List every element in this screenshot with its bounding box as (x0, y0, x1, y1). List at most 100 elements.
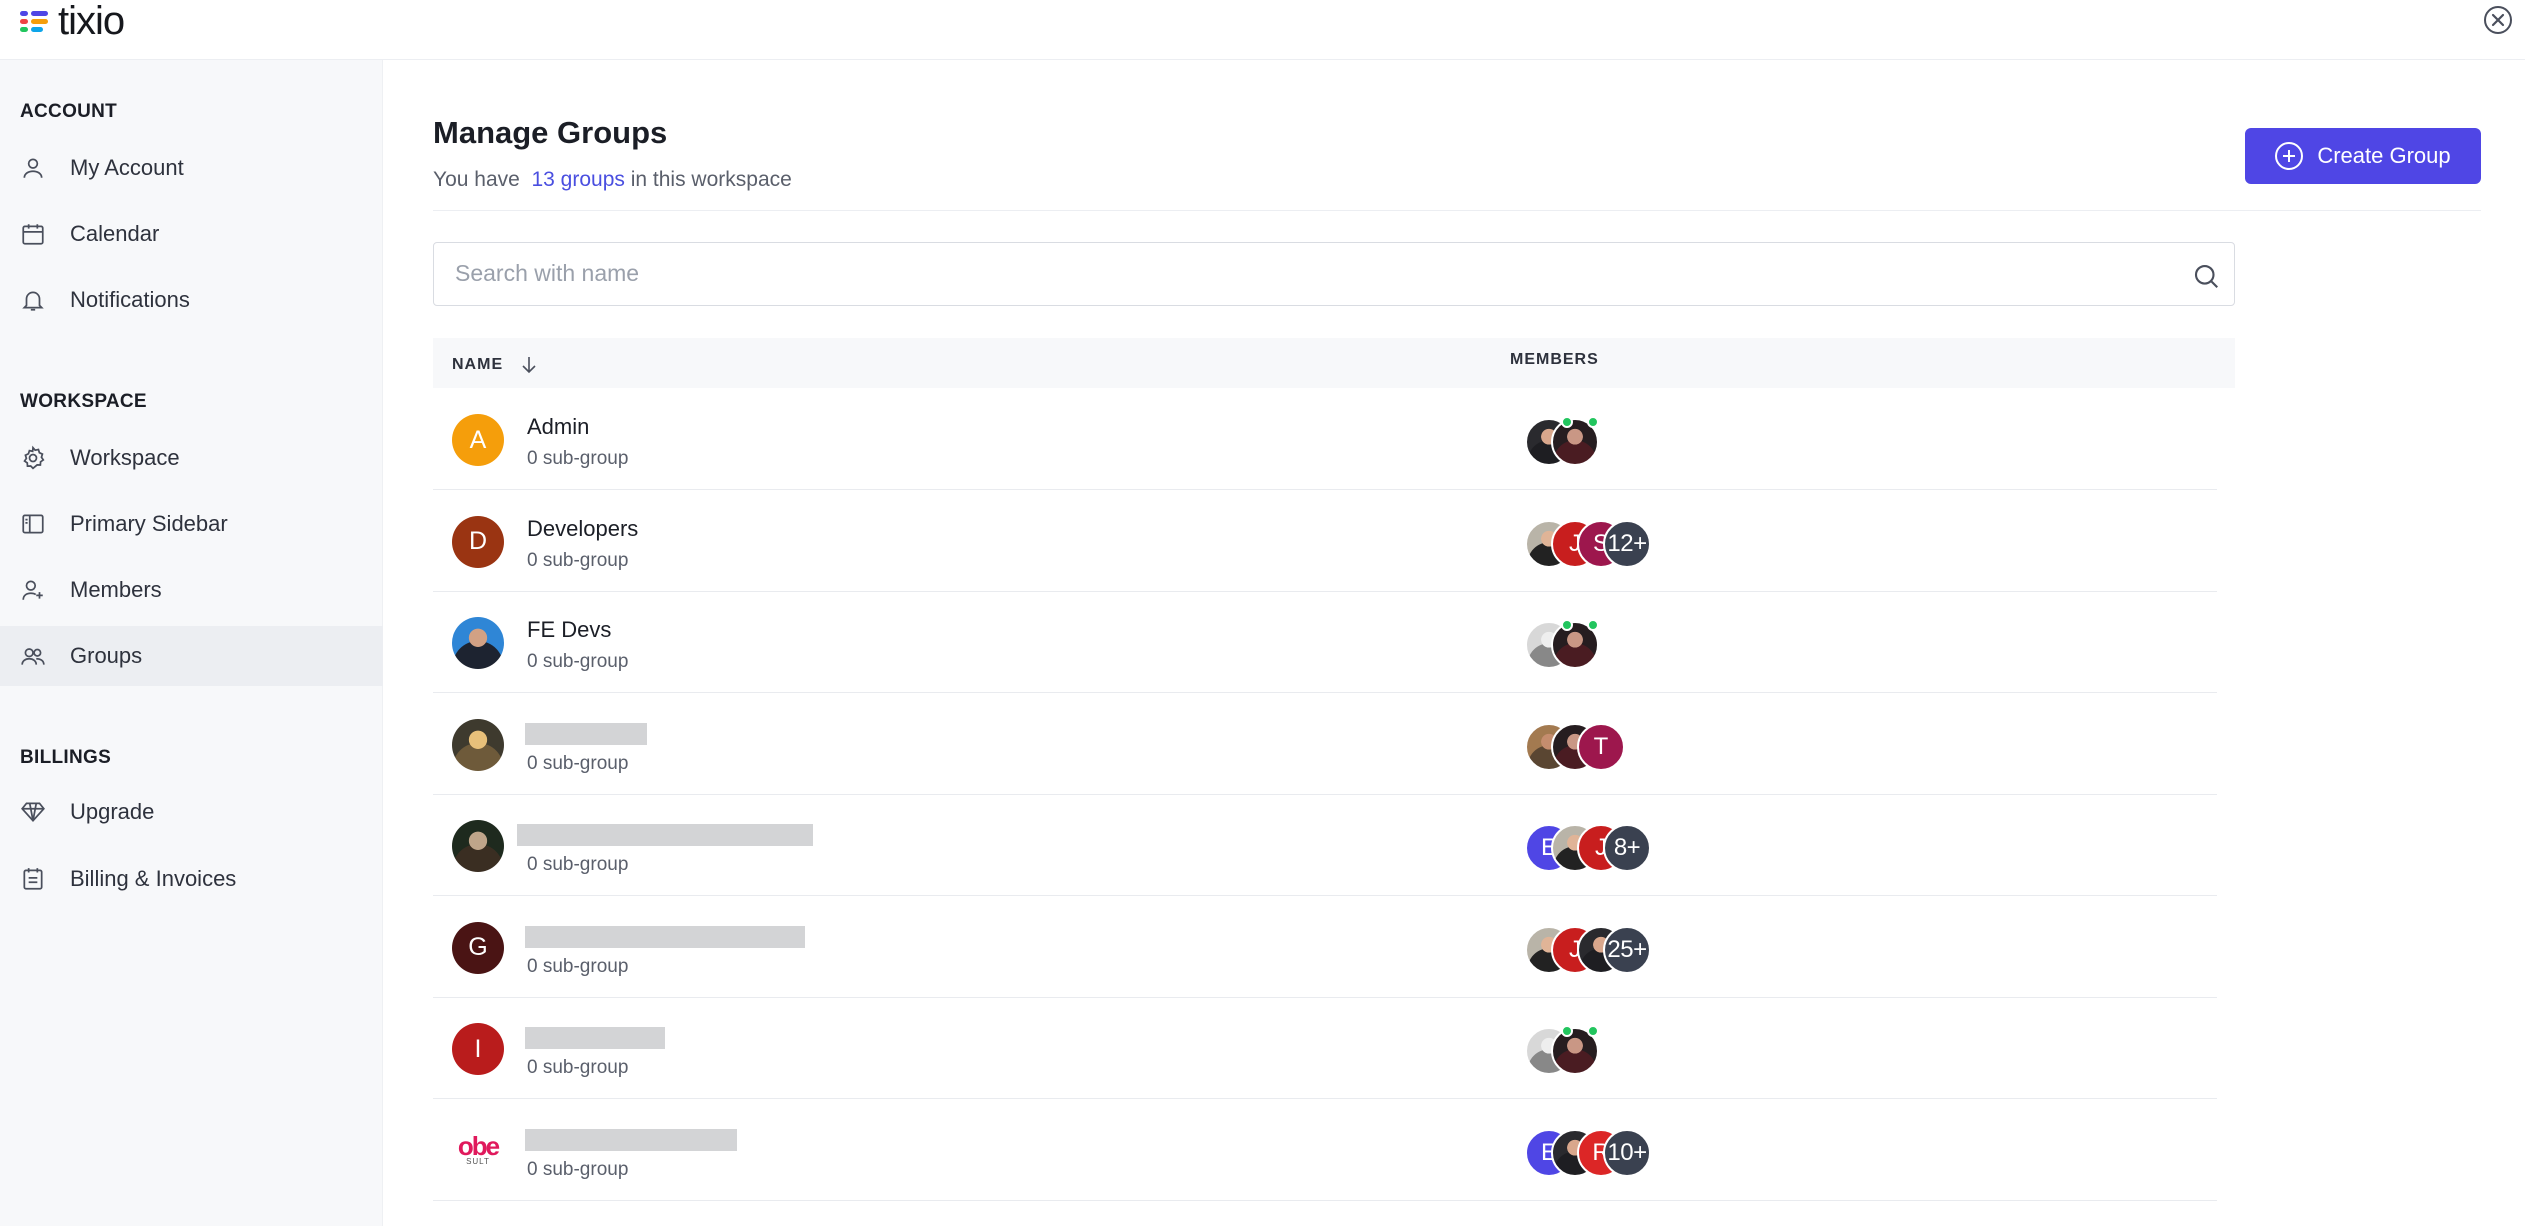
sidebar-item-notifications[interactable]: Notifications (0, 270, 383, 330)
user-plus-icon (20, 577, 46, 603)
table-row[interactable]: I 0 sub-group (433, 997, 2217, 1099)
logo-mark-icon (20, 8, 50, 34)
member-overflow-count: 10+ (1603, 1128, 1651, 1177)
member-avatar: T (1577, 722, 1625, 771)
create-group-button[interactable]: Create Group (2245, 128, 2481, 184)
online-status-dot (1587, 619, 1599, 631)
member-overflow-count: 25+ (1603, 925, 1651, 974)
member-avatars[interactable] (1525, 416, 1785, 470)
groups-count-link[interactable]: 13 groups (531, 168, 624, 191)
member-overflow-count: 8+ (1603, 824, 1651, 872)
table-row[interactable]: obe SULT 0 sub-group E R 10+ (433, 1099, 2217, 1201)
table-row[interactable]: D Developers 0 sub-group J S 12+ (433, 490, 2217, 592)
group-name[interactable]: FE Devs (527, 617, 611, 643)
sidebar-item-label: Groups (70, 643, 143, 668)
group-avatar: I (452, 1023, 504, 1075)
sidebar-item-my-account[interactable]: My Account (0, 138, 383, 198)
member-avatars[interactable]: T (1525, 722, 1785, 775)
users-icon (20, 643, 46, 669)
section-label-billings: BILLINGS (20, 747, 112, 768)
sidebar-item-label: Calendar (70, 221, 160, 246)
member-avatars[interactable]: J S 12+ (1525, 519, 1785, 572)
search-icon[interactable] (2191, 261, 2221, 291)
search-box (433, 242, 2235, 306)
sidebar-item-workspace[interactable]: Workspace (0, 428, 383, 488)
subtitle-suffix: in this workspace (630, 168, 792, 191)
member-avatars[interactable] (1525, 1025, 1785, 1079)
table-row[interactable]: 0 sub-group E J 8+ (433, 794, 2217, 896)
sidebar-item-label: Members (70, 577, 162, 602)
table-row[interactable]: 0 sub-group T (433, 693, 2217, 795)
table-row[interactable]: G 0 sub-group J 25+ (433, 896, 2217, 998)
group-subgroup-count: 0 sub-group (527, 1057, 629, 1078)
member-avatars[interactable] (1525, 619, 1785, 673)
sidebar-item-upgrade[interactable]: Upgrade (0, 782, 383, 842)
redacted-group-name (525, 925, 805, 948)
group-subgroup-count: 0 sub-group (527, 1158, 629, 1180)
sidebar-item-calendar[interactable]: Calendar (0, 204, 383, 264)
table-header: NAME MEMBERS (433, 338, 2235, 388)
close-button[interactable] (2484, 6, 2512, 34)
settings-sidebar: ACCOUNT My Account Calendar Notification… (0, 60, 383, 1226)
redacted-group-name (525, 722, 647, 745)
sidebar-item-label: Notifications (70, 287, 190, 312)
page-title: Manage Groups (433, 115, 668, 150)
member-avatars[interactable]: J 25+ (1525, 925, 1785, 978)
group-subgroup-count: 0 sub-group (527, 955, 629, 977)
group-subgroup-count: 0 sub-group (527, 651, 629, 672)
invoice-icon (20, 866, 46, 892)
close-icon (2491, 13, 2505, 27)
gear-icon (20, 445, 46, 471)
sidebar-item-primary-sidebar[interactable]: Primary Sidebar (0, 494, 383, 554)
group-name[interactable]: Developers (527, 516, 638, 542)
online-status-dot (1561, 416, 1573, 428)
online-status-dot (1561, 1025, 1573, 1037)
sidebar-item-groups[interactable]: Groups (0, 626, 383, 686)
section-label-workspace: WORKSPACE (20, 391, 147, 412)
member-avatars[interactable]: E J 8+ (1525, 824, 1785, 876)
table-row[interactable]: A Admin 0 sub-group (433, 388, 2217, 490)
group-avatar (452, 718, 504, 771)
online-status-dot (1587, 1025, 1599, 1037)
create-group-label: Create Group (2317, 143, 2451, 168)
sidebar-item-billing-invoices[interactable]: Billing & Invoices (0, 849, 383, 909)
sidebar-item-label: Workspace (70, 445, 180, 470)
group-subgroup-count: 0 sub-group (527, 752, 629, 774)
redacted-group-name (525, 1128, 737, 1151)
member-avatars[interactable]: E R 10+ (1525, 1128, 1785, 1181)
user-icon (20, 155, 46, 181)
plus-circle-icon (2275, 142, 2304, 170)
search-input[interactable] (434, 243, 2134, 303)
online-status-dot (1587, 416, 1599, 428)
sidebar-item-label: Upgrade (70, 799, 155, 824)
group-avatar: G (452, 921, 504, 974)
logo-text: tixio (58, 0, 125, 43)
group-avatar: A (452, 414, 504, 466)
group-avatar (452, 617, 504, 669)
calendar-icon (20, 221, 46, 247)
redacted-group-name (525, 1027, 665, 1049)
sidebar-item-label: Billing & Invoices (70, 866, 237, 891)
table-row[interactable]: FE Devs 0 sub-group (433, 591, 2217, 693)
tixio-logo[interactable]: tixio (20, 0, 125, 43)
group-name[interactable]: Admin (527, 414, 589, 440)
sidebar-item-members[interactable]: Members (0, 560, 383, 620)
group-avatar: D (452, 515, 504, 568)
group-subgroup-count: 0 sub-group (527, 549, 629, 571)
member-overflow-count: 12+ (1603, 519, 1651, 568)
sidebar-item-label: My Account (70, 155, 184, 180)
top-bar: tixio (0, 0, 2525, 60)
column-label-name: NAME (452, 356, 504, 373)
column-header-name: NAME (452, 340, 539, 390)
group-avatar (452, 820, 504, 872)
column-header-members: MEMBERS (1510, 351, 1599, 368)
redacted-group-name (517, 824, 813, 846)
subtitle-prefix: You have (433, 168, 520, 191)
section-label-account: ACCOUNT (20, 101, 118, 122)
page-subtitle: You have 13 groups in this workspace (433, 168, 792, 192)
group-subgroup-count: 0 sub-group (527, 854, 629, 875)
sidebar-icon (20, 511, 46, 537)
sort-arrow-down-icon[interactable] (519, 354, 539, 376)
header-divider (433, 210, 2481, 211)
bell-icon (20, 287, 46, 313)
